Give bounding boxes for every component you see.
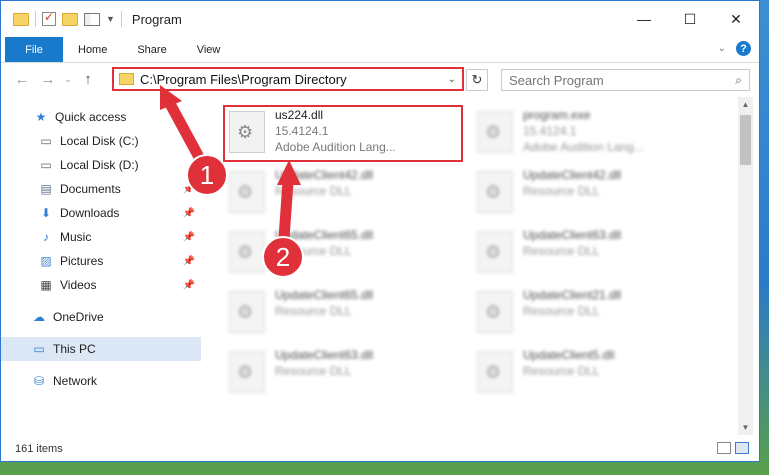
arrow-head-file	[277, 160, 301, 185]
annotation-arrows	[160, 85, 301, 244]
step-2-badge: 2	[262, 236, 304, 278]
arrow-to-file	[278, 176, 294, 244]
step-1-badge: 1	[186, 154, 228, 196]
